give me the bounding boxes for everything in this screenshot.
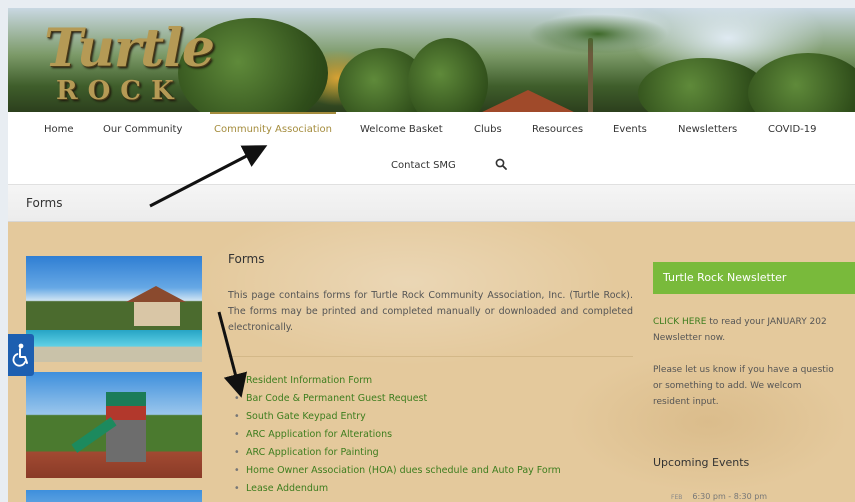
nav-covid-19[interactable]: COVID-19 [768, 124, 817, 135]
nav-clubs[interactable]: Clubs [474, 124, 502, 135]
house-roof [478, 90, 578, 112]
form-link-lease-addendum[interactable]: Lease Addendum [234, 480, 561, 498]
header-banner: Turtle ROCK [8, 8, 855, 112]
nav-home[interactable]: Home [44, 124, 74, 135]
logo-text-top: Turtle [44, 18, 215, 79]
form-link-arc-painting[interactable]: ARC Application for Painting [234, 444, 561, 462]
nav-our-community[interactable]: Our Community [103, 124, 182, 135]
community-photo [26, 490, 202, 502]
forms-list: Resident Information Form Bar Code & Per… [234, 372, 561, 498]
event-time: 6:30 pm - 8:30 pm [692, 492, 768, 501]
newsletter-heading: Turtle Rock Newsletter [653, 262, 855, 294]
feedback-text-line2: or something to add. We welcom [653, 381, 802, 391]
search-icon[interactable] [495, 158, 507, 170]
form-link-south-gate-keypad[interactable]: South Gate Keypad Entry [234, 408, 561, 426]
newsletter-text-rest: to read your JANUARY 202 [706, 317, 827, 327]
upcoming-events-heading: Upcoming Events [653, 456, 750, 469]
event-item[interactable]: FEB 6:30 pm - 8:30 pm [671, 492, 767, 501]
form-link-arc-alterations[interactable]: ARC Application for Alterations [234, 426, 561, 444]
newsletter-text: CLICK HERE to read your JANUARY 202 [653, 314, 855, 330]
newsletter-text-line2: Newsletter now. [653, 333, 726, 343]
site-logo[interactable]: Turtle ROCK [38, 16, 215, 108]
forms-heading: Forms [228, 252, 265, 266]
page-title-bar: Forms [8, 184, 855, 222]
pool-photo [26, 256, 202, 362]
main-navigation: Home Our Community Community Association… [8, 112, 855, 184]
form-link-resident-information[interactable]: Resident Information Form [234, 372, 561, 390]
nav-resources[interactable]: Resources [532, 124, 583, 135]
form-link-bar-code-guest[interactable]: Bar Code & Permanent Guest Request [234, 390, 561, 408]
content-area: Forms This page contains forms for Turtl… [8, 222, 855, 502]
newsletter-click-here-link[interactable]: CLICK HERE [653, 317, 706, 327]
nav-newsletters[interactable]: Newsletters [678, 124, 737, 135]
nav-welcome-basket[interactable]: Welcome Basket [360, 124, 443, 135]
divider [228, 356, 633, 357]
feedback-text-line3: resident input. [653, 397, 719, 407]
logo-text-bottom: ROCK [56, 76, 184, 106]
nav-contact-smg[interactable]: Contact SMG [391, 160, 456, 171]
nav-community-association[interactable]: Community Association [210, 112, 336, 135]
page-title: Forms [26, 196, 63, 210]
forms-intro: This page contains forms for Turtle Rock… [228, 290, 633, 333]
accessibility-button[interactable] [8, 334, 34, 376]
feedback-text-line1: Please let us know if you have a questio [653, 365, 834, 375]
event-month: FEB [671, 494, 683, 501]
accessibility-icon [12, 343, 28, 367]
nav-events[interactable]: Events [613, 124, 647, 135]
playground-photo [26, 372, 202, 478]
form-link-hoa-dues[interactable]: Home Owner Association (HOA) dues schedu… [234, 462, 561, 480]
